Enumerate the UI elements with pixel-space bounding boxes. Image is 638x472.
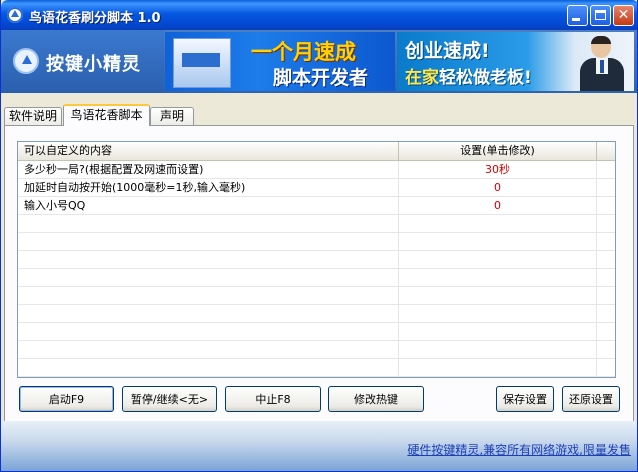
tab-disclaimer[interactable]: 声明: [150, 107, 194, 126]
ad2-headline: 创业速成!: [405, 40, 490, 62]
ad2-subline: 在家轻松做老板!: [405, 63, 532, 88]
row-value[interactable]: 0: [399, 179, 597, 196]
save-settings-button[interactable]: 保存设置: [496, 386, 554, 412]
edit-hotkey-button[interactable]: 修改热键: [328, 386, 424, 412]
app-icon: [7, 7, 23, 23]
minimize-icon: [572, 18, 580, 21]
ad2-subline-rest: 轻松做老板!: [439, 68, 532, 88]
ad-subline: 脚本开发者: [273, 67, 369, 89]
empty-row: [18, 341, 615, 359]
close-button[interactable]: ✕: [613, 5, 634, 26]
column-header-filler: [597, 142, 615, 160]
stop-button[interactable]: 中止F8: [225, 386, 321, 412]
tab-script[interactable]: 鸟语花香脚本: [63, 104, 150, 126]
maximize-icon: [595, 10, 606, 20]
tab-software-info[interactable]: 软件说明: [4, 107, 62, 126]
column-header-content[interactable]: 可以自定义的内容: [18, 142, 399, 160]
empty-row: [18, 287, 615, 305]
restore-settings-button[interactable]: 还原设置: [562, 386, 620, 412]
table-row[interactable]: 输入小号QQ 0: [18, 197, 615, 215]
empty-row: [18, 359, 615, 377]
empty-row: [18, 251, 615, 269]
row-label: 多少秒一局?(根据配置及网速而设置): [18, 161, 399, 178]
empty-row: [18, 323, 615, 341]
row-label: 输入小号QQ: [18, 197, 399, 214]
status-bar: 硬件按键精灵,兼容所有网络游戏,限量发售: [1, 421, 637, 471]
header-banner: 按键小精灵 一个月速成 脚本开发者 创业速成! 在家轻松做老板!: [1, 30, 637, 93]
software-box-icon: [173, 38, 231, 88]
promo-link[interactable]: 硬件按键精灵,兼容所有网络游戏,限量发售: [407, 441, 631, 458]
row-label: 加延时自动按开始(1000毫秒=1秒,输入毫秒): [18, 179, 399, 196]
maximize-button[interactable]: [590, 5, 611, 26]
row-value[interactable]: 30秒: [399, 161, 597, 178]
ad-banner-business[interactable]: 创业速成! 在家轻松做老板!: [397, 32, 634, 91]
row-value[interactable]: 0: [399, 197, 597, 214]
pause-resume-button[interactable]: 暂停/继续<无>: [122, 386, 217, 412]
table-row[interactable]: 加延时自动按开始(1000毫秒=1秒,输入毫秒) 0: [18, 179, 615, 197]
table-row[interactable]: 多少秒一局?(根据配置及网速而设置) 30秒: [18, 161, 615, 179]
empty-row: [18, 215, 615, 233]
empty-row: [18, 233, 615, 251]
empty-row: [18, 269, 615, 287]
ad2-subline-highlight: 在家: [405, 68, 439, 88]
start-button[interactable]: 启动F9: [19, 386, 114, 412]
ad-headline: 一个月速成: [251, 40, 356, 64]
businessman-image: [576, 36, 628, 91]
title-bar[interactable]: 鸟语花香刷分脚本 1.0 ✕: [1, 0, 637, 30]
empty-row: [18, 305, 615, 323]
settings-table: 可以自定义的内容 设置(单击修改) 多少秒一局?(根据配置及网速而设置) 30秒…: [17, 141, 616, 378]
minimize-button[interactable]: [567, 5, 588, 26]
logo-icon: [13, 48, 39, 74]
app-window: 鸟语花香刷分脚本 1.0 ✕ 按键小精灵 一个月速成 脚本开发者 创业速成! 在…: [0, 0, 638, 472]
ad-banner-developer[interactable]: 一个月速成 脚本开发者: [165, 32, 395, 91]
table-header: 可以自定义的内容 设置(单击修改): [18, 142, 615, 161]
brand-logo: 按键小精灵: [1, 30, 164, 93]
column-header-setting[interactable]: 设置(单击修改): [399, 142, 597, 160]
window-title: 鸟语花香刷分脚本 1.0: [29, 11, 161, 26]
close-icon: ✕: [617, 7, 630, 23]
logo-text: 按键小精灵: [46, 54, 141, 75]
